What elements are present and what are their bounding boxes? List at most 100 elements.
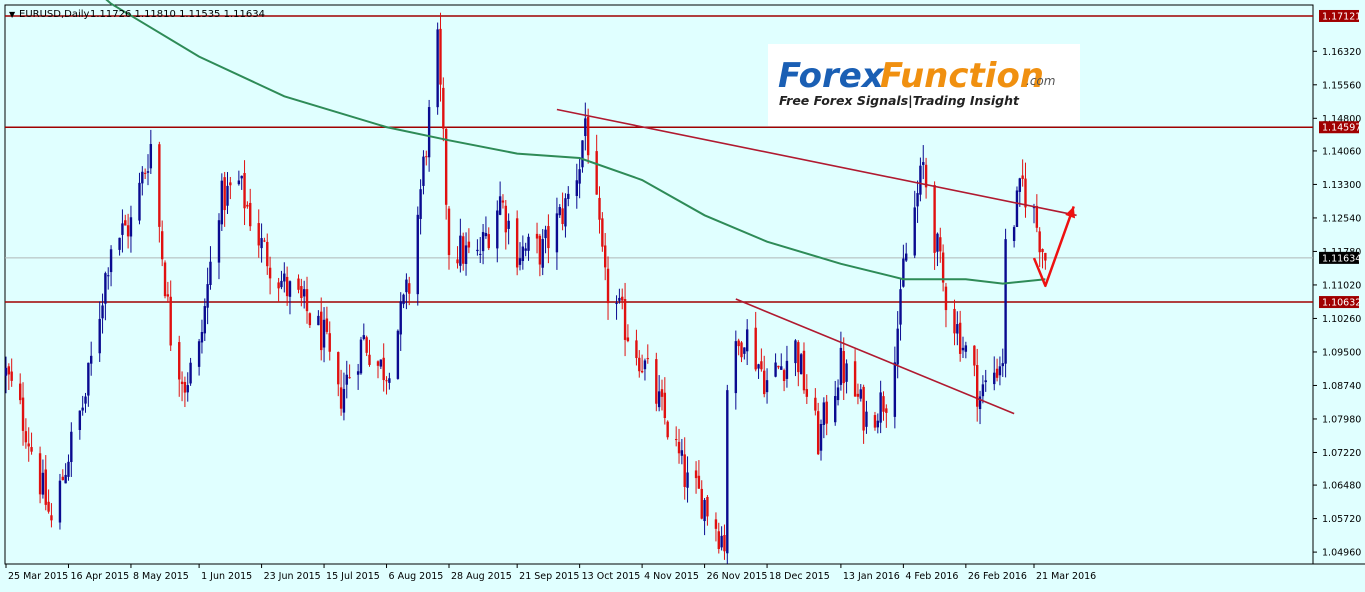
candle-body xyxy=(268,267,272,279)
candle-body xyxy=(956,324,959,334)
candle-body xyxy=(601,218,604,247)
candle-body xyxy=(479,253,482,255)
candle-body xyxy=(663,392,667,418)
candle-body xyxy=(862,386,865,431)
y-tick-label: 1.04960 xyxy=(1322,548,1361,559)
candle-body xyxy=(893,362,897,417)
candle-body xyxy=(657,391,661,408)
candle-body xyxy=(1012,227,1016,241)
candle-body xyxy=(439,28,442,85)
candle-body xyxy=(541,239,544,268)
candle-body xyxy=(359,339,363,374)
candle-body xyxy=(939,237,942,252)
x-tick-label: 18 Dec 2015 xyxy=(769,571,830,582)
candle-body xyxy=(166,294,170,297)
candle-body xyxy=(388,378,391,383)
x-tick-label: 26 Nov 2015 xyxy=(707,571,768,582)
candle-body xyxy=(348,377,351,379)
candle-body xyxy=(944,286,948,311)
chart-header: ▼ EURUSD,Daily 1.11726 1.11810 1.11535 1… xyxy=(9,9,265,20)
candle-body xyxy=(763,370,766,395)
candle-body xyxy=(976,365,979,407)
candle-body xyxy=(680,450,684,456)
candle-body xyxy=(322,319,326,348)
candle-body xyxy=(615,302,618,305)
level-price-label: 1.14597 xyxy=(1322,123,1361,134)
logo-tagline: Free Forex Signals|Trading Insight xyxy=(779,93,1020,108)
candle-body xyxy=(683,454,686,487)
candle-body xyxy=(300,286,303,298)
candle-body xyxy=(416,214,419,295)
candle-body xyxy=(726,390,729,554)
candle-body xyxy=(584,118,587,137)
candle-body xyxy=(643,360,647,370)
candle-body xyxy=(993,372,996,385)
header-dropdown-icon[interactable]: ▼ xyxy=(9,10,16,19)
candle-body xyxy=(899,289,902,325)
candle-body xyxy=(200,332,204,343)
candle-body xyxy=(220,180,224,225)
y-tick-label: 1.06480 xyxy=(1322,481,1361,492)
candle-body xyxy=(882,396,885,412)
candle-body xyxy=(297,278,300,290)
candle-body xyxy=(507,220,510,229)
candle-body xyxy=(288,281,292,297)
candle-body xyxy=(408,283,411,294)
candle-body xyxy=(515,218,519,268)
candle-body xyxy=(621,296,624,301)
candle-body xyxy=(757,364,760,369)
candle-body xyxy=(714,519,718,529)
candle-body xyxy=(919,165,922,195)
candle-body xyxy=(277,282,280,289)
candle-body xyxy=(160,231,164,260)
candle-body xyxy=(782,370,786,382)
candle-body xyxy=(283,273,286,282)
candle-body xyxy=(246,204,249,207)
x-tick-label: 1 Jun 2015 xyxy=(201,571,252,582)
candle-body xyxy=(21,397,25,431)
candle-body xyxy=(524,248,527,251)
candle-body xyxy=(1024,178,1027,208)
y-tick-label: 1.08740 xyxy=(1322,381,1361,392)
candle-body xyxy=(183,381,187,393)
candle-body xyxy=(64,474,67,484)
candle-body xyxy=(544,229,547,239)
candle-body xyxy=(243,173,246,209)
y-tick-label: 1.07220 xyxy=(1322,448,1361,459)
candle-body xyxy=(101,305,104,319)
candle-body xyxy=(623,298,627,340)
candle-body xyxy=(765,380,769,393)
candle-body xyxy=(107,275,110,277)
candle-body xyxy=(237,180,241,185)
candle-body xyxy=(146,171,150,173)
candle-body xyxy=(606,268,610,304)
candle-body xyxy=(169,296,172,346)
candle-body xyxy=(425,156,428,158)
candle-body xyxy=(586,116,590,156)
candle-body xyxy=(260,238,263,249)
candle-body xyxy=(836,387,840,401)
logo-suffix: .com xyxy=(1026,74,1055,88)
candle-body xyxy=(178,342,181,380)
candle-body xyxy=(964,345,968,352)
candle-body xyxy=(674,439,678,441)
candle-body xyxy=(697,475,701,489)
candle-body xyxy=(266,241,269,267)
x-tick-label: 13 Jan 2016 xyxy=(843,571,900,582)
candle-body xyxy=(958,322,962,354)
candle-body xyxy=(30,447,33,452)
candle-body xyxy=(998,366,1002,376)
candle-body xyxy=(149,144,153,169)
candle-body xyxy=(325,318,329,332)
candle-body xyxy=(518,258,522,265)
candle-body xyxy=(677,441,681,454)
candle-body xyxy=(368,354,371,365)
candle-body xyxy=(896,328,899,365)
candle-body xyxy=(814,397,817,411)
candle-body xyxy=(646,358,649,360)
candle-body xyxy=(10,371,13,381)
candle-body xyxy=(50,515,53,521)
candle-body xyxy=(189,362,192,384)
candle-body xyxy=(561,208,564,225)
candle-body xyxy=(70,431,73,463)
